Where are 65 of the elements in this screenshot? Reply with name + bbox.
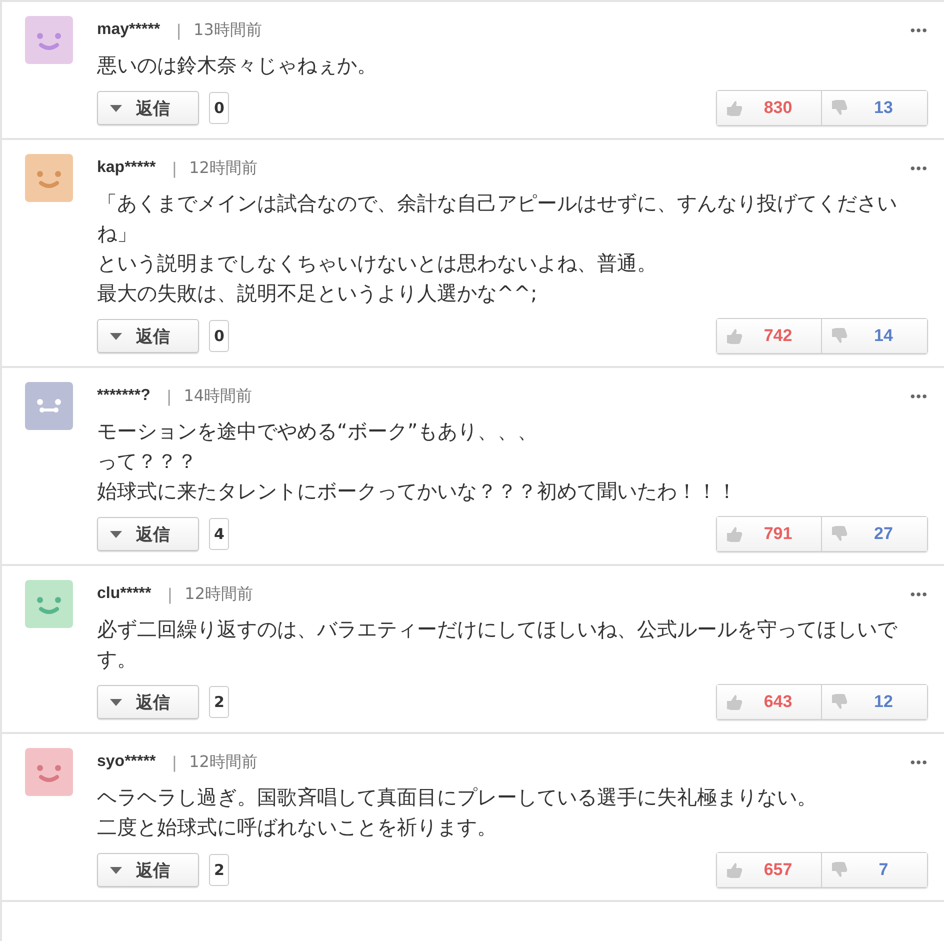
- like-button[interactable]: 791: [717, 517, 822, 551]
- reply-button[interactable]: 返信: [97, 91, 199, 125]
- caret-icon: [110, 866, 122, 874]
- reply-count: 0: [209, 320, 230, 352]
- dislike-button[interactable]: 13: [822, 91, 927, 125]
- caret-icon: [110, 698, 122, 706]
- comment-text: という説明までしなくちゃいけないとは思わないよね、普通。: [97, 250, 658, 277]
- reply-count: 2: [209, 686, 230, 718]
- post-time: 13時間前: [194, 20, 262, 40]
- comment-text: 「あくまでメインは試合なので、余計な自己アピールはせずに、すんなり投げてくださいね」: [97, 190, 898, 247]
- post-time: 14時間前: [184, 386, 252, 406]
- user-name: syo*****: [97, 753, 156, 771]
- more-button[interactable]: •••: [910, 388, 928, 404]
- comment-text: 悪いのは鈴木奈々じゃねぇか。: [97, 52, 378, 79]
- separator: |: [172, 752, 178, 772]
- reply-button[interactable]: 返信: [97, 517, 199, 551]
- thumbs-up-icon: [725, 693, 743, 711]
- separator: |: [172, 158, 178, 178]
- reply-button[interactable]: 返信: [97, 853, 199, 887]
- like-button[interactable]: 830: [717, 91, 822, 125]
- user-name: clu*****: [97, 585, 152, 603]
- separator: |: [176, 20, 182, 40]
- user-name: may*****: [97, 21, 160, 39]
- comment-text: 最大の失敗は、説明不足というより人選かな^^;: [97, 280, 538, 307]
- post-time: 12時間前: [189, 158, 258, 178]
- reply-count: 4: [209, 518, 230, 550]
- comment-text: って？？？: [97, 448, 198, 475]
- comment-text: ヘラヘラし過ぎ。国歌斉唱して真面目にプレーしている選手に失礼極まりない。: [97, 784, 818, 811]
- separator: |: [166, 386, 172, 406]
- user-name: *******?: [97, 387, 150, 405]
- thumbs-down-icon: [830, 693, 848, 711]
- comment-text: 必ず二回繰り返すのは、バラエティーだけにしてほしいね、公式ルールを守ってほしいです。: [97, 616, 898, 673]
- more-button[interactable]: •••: [910, 22, 928, 38]
- thumbs-up-icon: [725, 861, 743, 879]
- dislike-button[interactable]: 27: [822, 517, 927, 551]
- thumbs-down-icon: [830, 861, 848, 879]
- reply-button[interactable]: 返信: [97, 685, 199, 719]
- thumbs-down-icon: [830, 525, 848, 543]
- user-name: kap*****: [97, 159, 156, 177]
- thumbs-down-icon: [830, 99, 848, 117]
- post-time: 12時間前: [184, 584, 253, 604]
- comment-text: モーションを途中でやめる“ボーク”もあり、、、: [97, 418, 539, 445]
- caret-icon: [110, 104, 122, 112]
- comment-text: 始球式に来たタレントにボークってかいな？？？初めて聞いたわ！！！: [97, 478, 738, 505]
- more-button[interactable]: •••: [910, 160, 928, 176]
- dislike-button[interactable]: 7: [822, 853, 927, 887]
- reply-count: 2: [209, 854, 230, 886]
- dislike-button[interactable]: 12: [822, 685, 927, 719]
- caret-icon: [110, 332, 122, 340]
- more-button[interactable]: •••: [910, 586, 928, 602]
- like-button[interactable]: 643: [717, 685, 822, 719]
- thumbs-up-icon: [725, 525, 743, 543]
- separator: |: [167, 584, 173, 604]
- post-time: 12時間前: [189, 752, 258, 772]
- thumbs-down-icon: [830, 327, 848, 345]
- more-button[interactable]: •••: [910, 754, 928, 770]
- comment-text: 二度と始球式に呼ばれないことを祈ります。: [97, 814, 498, 841]
- dislike-button[interactable]: 14: [822, 319, 927, 353]
- like-button[interactable]: 742: [717, 319, 822, 353]
- reply-button[interactable]: 返信: [97, 319, 199, 353]
- caret-icon: [110, 530, 122, 538]
- reply-count: 0: [209, 92, 230, 124]
- thumbs-up-icon: [725, 327, 743, 345]
- thumbs-up-icon: [725, 99, 743, 117]
- like-button[interactable]: 657: [717, 853, 822, 887]
